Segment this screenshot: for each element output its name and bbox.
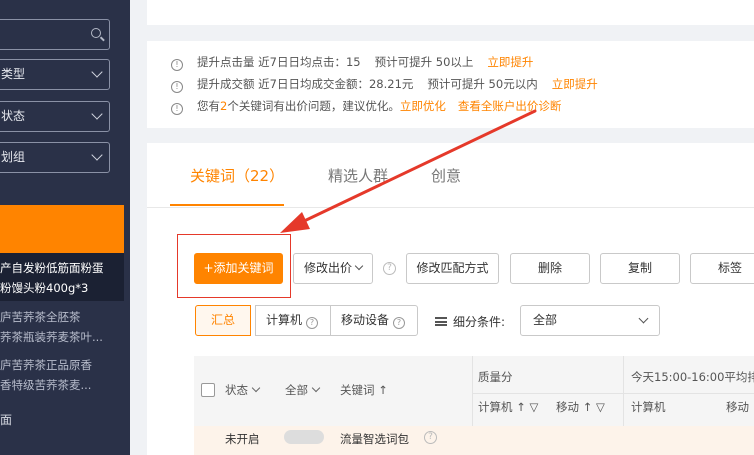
chevron-down-icon (311, 383, 321, 393)
help-icon[interactable]: ? (383, 262, 396, 275)
tab-bar: 关键词（22） 精选人群 创意 (147, 143, 754, 208)
modify-bid-button[interactable]: 修改出价 (293, 253, 373, 284)
optimize-now-link[interactable]: 立即优化 (400, 99, 446, 113)
list-icon (435, 317, 447, 326)
info-icon: ! (171, 59, 183, 71)
avg-rank-header: 今天15:00-16:00平均排 (631, 370, 754, 384)
keyword-column-header[interactable]: 关键词 ↑ (340, 382, 388, 398)
quality-computer-subheader[interactable]: 计算机 ↑ ▽ (478, 399, 538, 415)
sidebar-item-selected[interactable]: 产自发粉低筋面粉蛋 粉馒头粉400g*3 (0, 253, 124, 301)
tip-row-bid-issue: ! 您有2个关键词有出价问题，建议优化。立即优化 查看全账户出价诊断 (171, 96, 561, 116)
tag-button[interactable]: 标签 (690, 253, 754, 284)
delete-button[interactable]: 删除 (510, 253, 590, 284)
info-icon: ! (171, 81, 183, 93)
row-status: 未开启 (225, 432, 260, 446)
sidebar-plan-group-select[interactable]: 划组 (0, 142, 110, 173)
annotation-highlight-box (177, 234, 291, 298)
tab-selected-audience[interactable]: 精选人群 (328, 165, 388, 186)
row-keyword[interactable]: 流量智选词包 (340, 431, 409, 447)
modify-match-type-button[interactable]: 修改匹配方式 (406, 253, 499, 284)
sidebar-item-title-line2: 粉馒头粉400g*3 (0, 281, 89, 295)
copy-button[interactable]: 复制 (600, 253, 680, 284)
tab-keywords[interactable]: 关键词（22） (190, 165, 284, 186)
table-row[interactable]: 未开启 流量智选词包 ? (194, 426, 754, 455)
breakdown-label: 细分条件: (435, 313, 505, 330)
all-filter-header[interactable]: 全部 (285, 382, 321, 398)
status-toggle[interactable] (284, 430, 324, 444)
chevron-down-icon (91, 108, 103, 120)
help-icon[interactable]: ? (393, 317, 406, 329)
segment-computer[interactable]: 计算机? (255, 305, 331, 336)
column-divider (472, 356, 473, 426)
sidebar-search-input[interactable] (0, 19, 110, 50)
help-icon[interactable]: ? (424, 431, 437, 444)
segment-summary[interactable]: 汇总 (195, 305, 251, 336)
breakdown-select[interactable]: 全部 (520, 305, 660, 336)
sidebar-bottom-label[interactable]: 面 (0, 411, 12, 428)
active-tab-indicator (170, 204, 284, 206)
search-icon[interactable] (91, 28, 101, 38)
status-column-header[interactable]: 状态 (225, 382, 261, 398)
sidebar-item[interactable]: 庐苦荞茶正品原香 香特级苦荞茶麦... (0, 355, 124, 395)
chevron-down-icon (91, 66, 103, 78)
boost-clicks-link[interactable]: 立即提升 (487, 55, 533, 69)
top-card (147, 0, 754, 25)
table-header: 状态 全部 关键词 ↑ 质量分 计算机 ↑ ▽ 移动 ↑ ▽ 今天15:00-1… (194, 356, 754, 426)
tab-creative[interactable]: 创意 (431, 165, 461, 186)
column-divider (623, 356, 624, 426)
boost-gmv-link[interactable]: 立即提升 (552, 77, 598, 91)
sidebar: 类型 状态 划组 产自发粉低筋面粉蛋 粉馒头粉400g*3 庐苦荞茶全胚茶 荞茶… (0, 0, 130, 455)
chevron-down-icon (354, 261, 364, 271)
chevron-down-icon (638, 313, 649, 324)
chevron-down-icon (91, 149, 103, 161)
header-divider (472, 393, 754, 394)
quality-score-header: 质量分 (478, 370, 513, 384)
tips-panel: ! 提升点击量 近7日日均点击：15 预计可提升 50以上 立即提升 ! 提升成交额 近… (147, 41, 754, 128)
sidebar-highlight-block[interactable] (0, 205, 124, 253)
select-all-checkbox[interactable] (201, 383, 215, 397)
quality-mobile-subheader[interactable]: 移动 ↑ ▽ (556, 399, 605, 415)
sidebar-status-select[interactable]: 状态 (0, 101, 110, 132)
rank-mobile-subheader: 移动 (726, 400, 749, 414)
rank-computer-subheader: 计算机 (631, 400, 666, 414)
keyword-panel: 关键词（22） 精选人群 创意 +添加关键词 修改出价 ? 修改匹配方式 删除 … (147, 143, 754, 455)
help-icon[interactable]: ? (306, 317, 319, 329)
tip-row-gmv: ! 提升成交额 近7日日均成交金额：28.21元 预计可提升 50元以内 立即提升 (171, 74, 598, 94)
sidebar-item[interactable]: 庐苦荞茶全胚茶 荞茶瓶装荞麦茶叶... (0, 307, 124, 347)
account-bid-diagnosis-link[interactable]: 查看全账户出价诊断 (458, 99, 562, 113)
sidebar-item-title-line1: 产自发粉低筋面粉蛋 (0, 261, 104, 275)
tip-row-clicks: ! 提升点击量 近7日日均点击：15 预计可提升 50以上 立即提升 (171, 52, 533, 72)
sidebar-type-select[interactable]: 类型 (0, 59, 110, 90)
info-icon: ! (171, 103, 183, 115)
segment-mobile[interactable]: 移动设备? (330, 305, 418, 336)
chevron-down-icon (251, 383, 261, 393)
